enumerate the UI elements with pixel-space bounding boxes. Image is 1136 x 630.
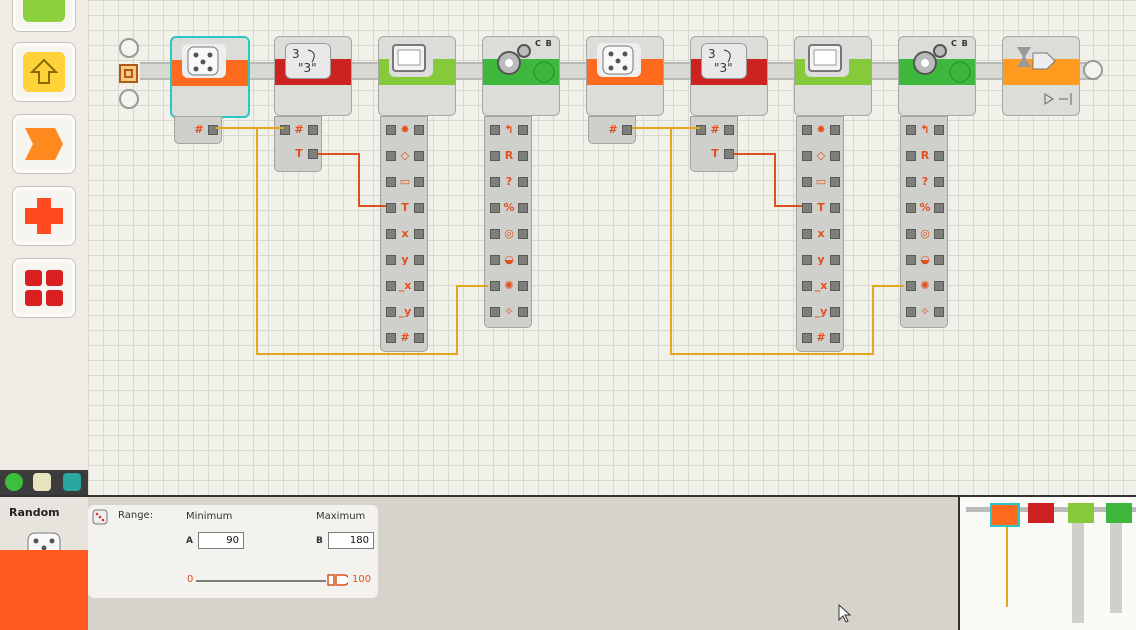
maximum-input[interactable]: 180: [328, 532, 374, 549]
range-slider-handles[interactable]: [326, 572, 348, 590]
play-end-icon: [1044, 93, 1072, 105]
text-wire: [774, 205, 802, 207]
palette-sensor-button[interactable]: [12, 186, 76, 246]
number-wire: [670, 127, 672, 355]
palette-action-button[interactable]: [12, 114, 76, 174]
loop-block[interactable]: [1002, 36, 1080, 116]
motor-2-data-hub[interactable]: ↰ R ? % ◎ ◒ ✺ ✧: [900, 116, 948, 328]
tab-complete-icon[interactable]: [33, 473, 51, 491]
text-wire: [318, 153, 360, 155]
minimum-label: Minimum: [186, 511, 233, 522]
random-1-data-hub[interactable]: #: [174, 116, 222, 144]
text-wire: [774, 153, 776, 205]
slider-max-label: 100: [352, 574, 372, 585]
block-info-panel: Random: [0, 497, 88, 630]
motor-icon: [909, 43, 953, 77]
number-wire: [632, 127, 700, 129]
random-2-data-hub[interactable]: #: [588, 116, 636, 144]
motor-block-1[interactable]: C B: [482, 36, 560, 116]
range-slider-track[interactable]: [196, 580, 326, 582]
text-wire: [358, 205, 386, 207]
number-wire: [256, 127, 258, 355]
dice-small-icon: [92, 509, 108, 525]
sensor-icon: [23, 196, 65, 236]
number-wire: [456, 285, 488, 287]
palette-move-button[interactable]: [12, 42, 76, 102]
number-wire: [216, 127, 284, 129]
number-wire: [670, 353, 872, 355]
motor-circle-icon: [533, 61, 555, 83]
number-wire: [256, 353, 456, 355]
number-to-text-1-data-hub[interactable]: # T: [274, 116, 322, 172]
b-label: B: [316, 536, 323, 546]
a-label: A: [186, 536, 193, 546]
number-to-text-icon: 3 "3": [701, 43, 747, 79]
minimum-input[interactable]: 90: [198, 532, 244, 549]
program-canvas[interactable]: # 3 "3" # T ✸ ◇ ▭ T x y _x _y # C B ↰ R ?…: [88, 0, 1136, 495]
configuration-panel: Random Range: Minimum Maximum A 90 B 180…: [0, 495, 1136, 630]
svg-text:"3": "3": [298, 61, 317, 75]
motor-port-badge: C B: [535, 39, 553, 48]
mouse-cursor-icon: [838, 604, 852, 623]
number-to-text-2-data-hub[interactable]: # T: [690, 116, 738, 172]
maximum-label: Maximum: [316, 511, 366, 522]
number-wire: [872, 285, 874, 355]
svg-text:3: 3: [708, 47, 716, 61]
number-to-text-icon: 3 "3": [285, 43, 331, 79]
dice-icon: [182, 44, 226, 78]
number-plug-icon: #: [194, 123, 204, 136]
palette-common-button[interactable]: [12, 0, 76, 32]
number-to-text-block-2[interactable]: 3 "3": [690, 36, 768, 116]
number-wire: [456, 285, 458, 355]
display-icon: [805, 43, 849, 77]
motor-port-badge: C B: [951, 39, 969, 48]
tab-common-icon[interactable]: [5, 473, 23, 491]
block-palette: [0, 0, 89, 495]
range-label: Range:: [118, 510, 154, 521]
flow-icon: [23, 268, 65, 308]
text-wire: [734, 153, 776, 155]
display-block-1[interactable]: [378, 36, 456, 116]
slider-min-label: 0: [187, 574, 194, 585]
dice-icon: [597, 43, 641, 77]
random-block-1[interactable]: [170, 36, 250, 118]
end-point-icon: [1083, 60, 1103, 80]
svg-text:3: 3: [292, 47, 300, 61]
display-icon: [389, 43, 433, 77]
text-wire: [358, 153, 360, 205]
action-icon: [23, 124, 65, 164]
display-2-data-hub[interactable]: ✸ ◇ ▭ T x y _x _y #: [796, 116, 844, 352]
block-color-swatch: [0, 550, 88, 630]
svg-text:"3": "3": [714, 61, 733, 75]
move-up-icon: [23, 52, 65, 92]
text-plug-icon: T: [295, 147, 303, 160]
display-1-data-hub[interactable]: ✸ ◇ ▭ T x y _x _y #: [380, 116, 428, 352]
random-block-2[interactable]: [586, 36, 664, 116]
palette-flow-button[interactable]: [12, 258, 76, 318]
motor-circle-icon: [949, 61, 971, 83]
number-wire: [872, 285, 904, 287]
motor-1-data-hub[interactable]: ↰ R ? % ◎ ◒ ✺ ✧: [484, 116, 532, 328]
block-title: Random: [9, 506, 60, 519]
tab-custom-icon[interactable]: [63, 473, 81, 491]
loop-icon: [1013, 43, 1057, 77]
display-block-2[interactable]: [794, 36, 872, 116]
program-preview-map[interactable]: [958, 497, 1136, 630]
range-settings: Range: Minimum Maximum A 90 B 180 0 100: [88, 505, 378, 598]
palette-tabs: [0, 470, 88, 495]
motor-icon: [493, 43, 537, 77]
motor-block-2[interactable]: C B: [898, 36, 976, 116]
green-block-icon: [23, 0, 65, 22]
number-to-text-block-1[interactable]: 3 "3": [274, 36, 352, 116]
